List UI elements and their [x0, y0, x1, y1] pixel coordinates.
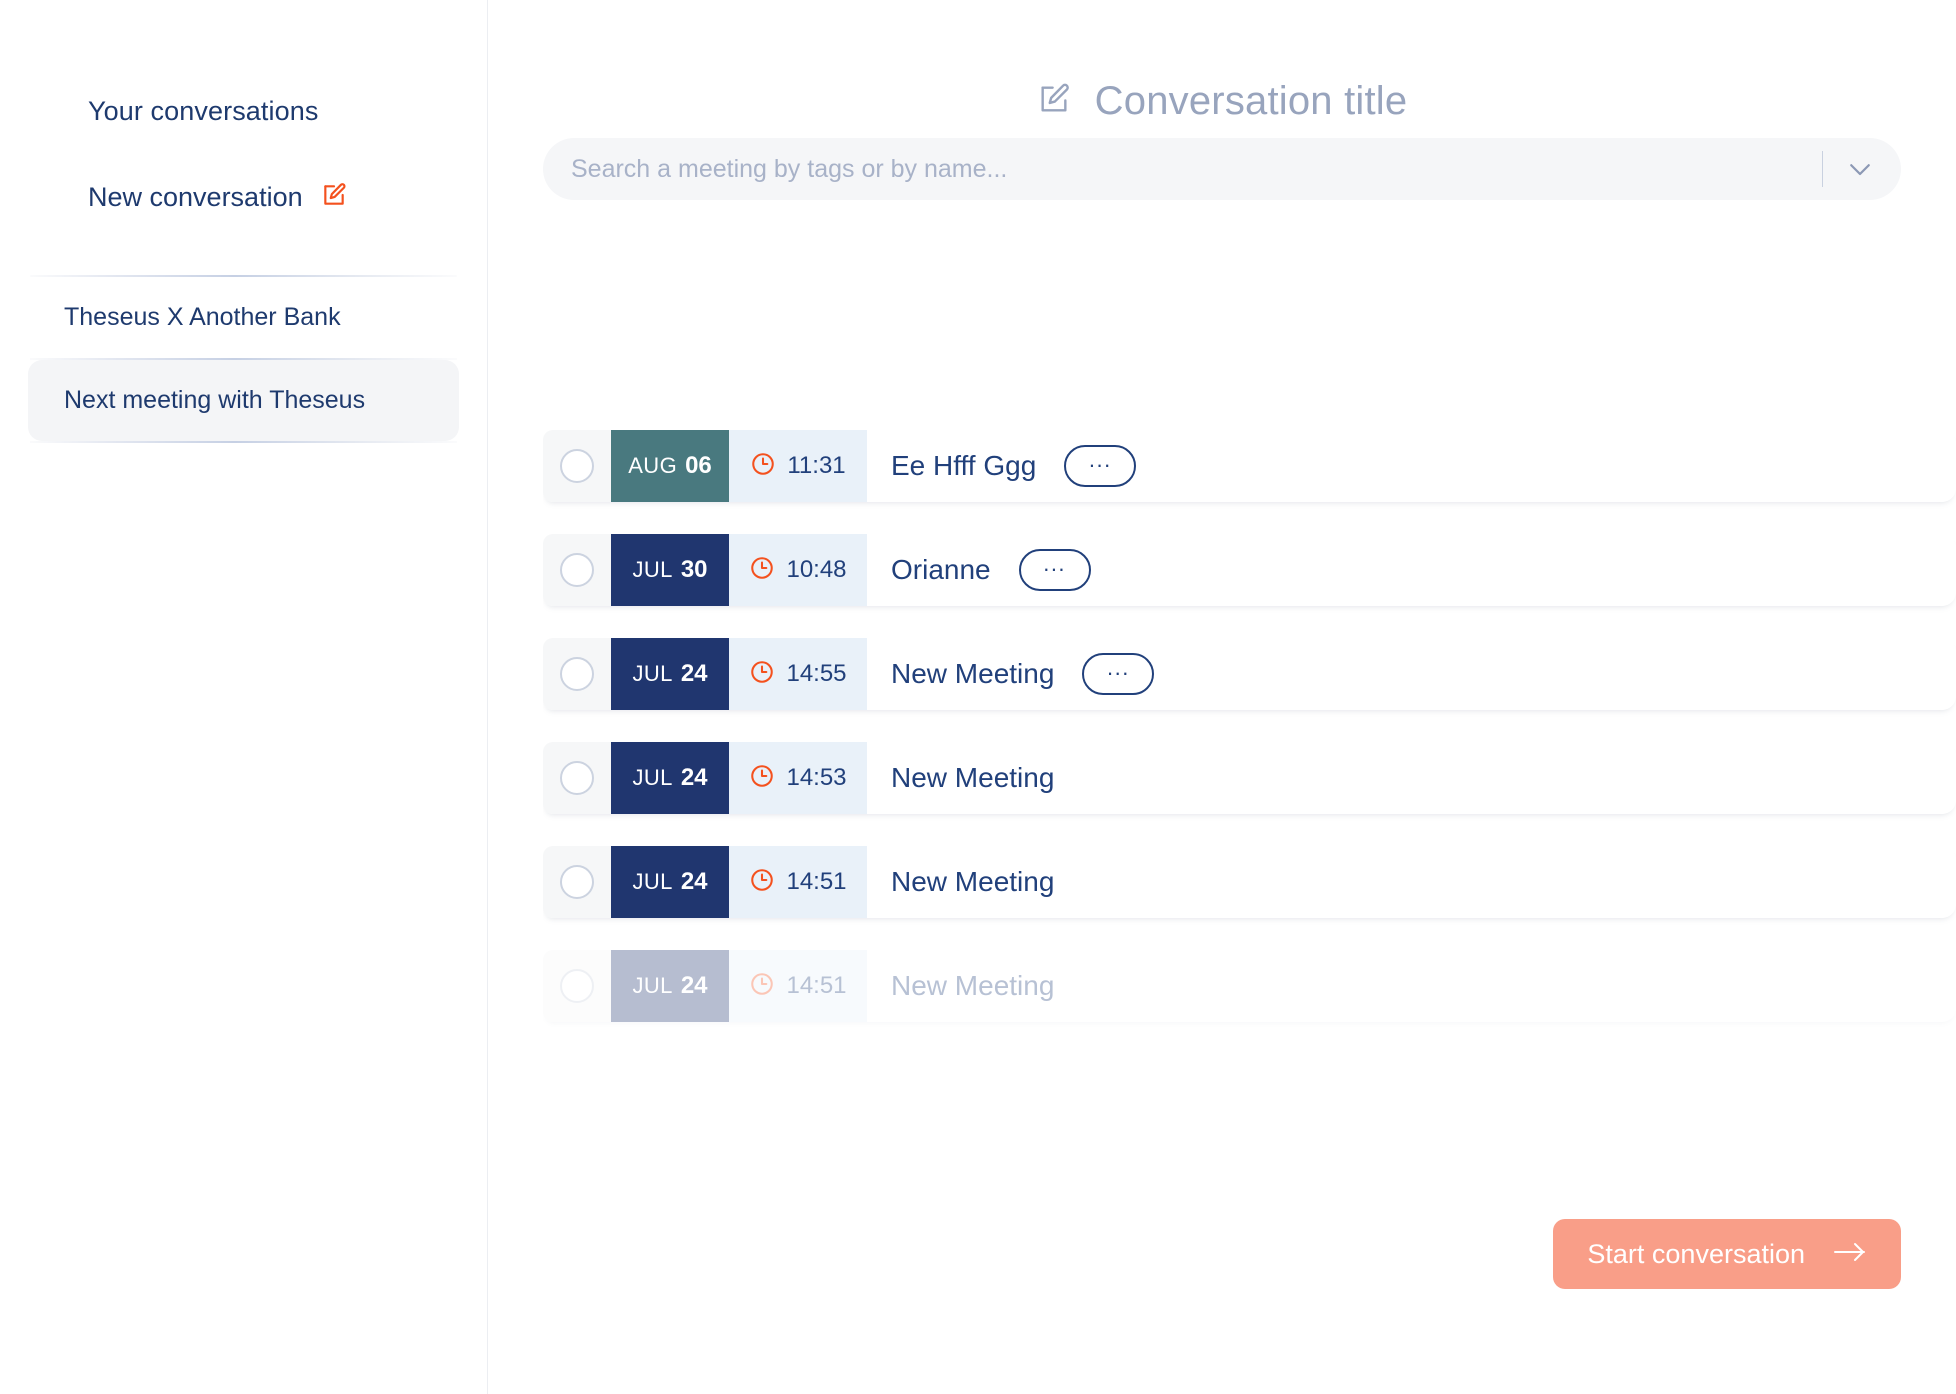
meeting-date-badge: JUL 24: [611, 846, 729, 918]
meeting-row-select-cell: [543, 950, 611, 1022]
meeting-day: 30: [680, 556, 708, 583]
edit-pencil-icon[interactable]: [321, 182, 347, 213]
meeting-name: Orianne: [891, 554, 991, 585]
meeting-time: 14:53: [786, 764, 847, 791]
search-input[interactable]: [571, 154, 1822, 184]
meeting-checkbox[interactable]: [560, 657, 594, 691]
meeting-time: 11:31: [787, 452, 846, 479]
meeting-more-button[interactable]: ...: [1064, 445, 1137, 487]
clock-icon: [750, 451, 776, 482]
meeting-time-cell: 14:55: [729, 638, 867, 710]
meeting-time: 14:55: [786, 660, 847, 687]
chevron-down-icon[interactable]: [1845, 154, 1875, 184]
meeting-day: 24: [680, 868, 708, 895]
meeting-name: Ee Hfff Ggg: [891, 450, 1037, 481]
sidebar-item-theseus-x-another-bank[interactable]: Theseus X Another Bank: [28, 277, 459, 358]
meeting-row[interactable]: JUL 24 14:51 New Meeting: [543, 846, 1956, 918]
meeting-checkbox[interactable]: [560, 761, 594, 795]
new-conversation-label: New conversation: [88, 182, 303, 212]
meeting-checkbox[interactable]: [560, 553, 594, 587]
search-bar[interactable]: [543, 138, 1901, 200]
new-conversation-button[interactable]: New conversation: [0, 182, 487, 213]
meeting-more-button[interactable]: ...: [1082, 653, 1155, 695]
header-edit-pencil-icon[interactable]: [1037, 82, 1071, 121]
meeting-row[interactable]: AUG 06 11:31 Ee Hfff Ggg...: [543, 430, 1956, 502]
meeting-time-cell: 14:51: [729, 950, 867, 1022]
sidebar-item-next-meeting-with-theseus[interactable]: Next meeting with Theseus: [28, 360, 459, 441]
meeting-date-badge: JUL 30: [611, 534, 729, 606]
meeting-name-cell: New Meeting...: [867, 638, 1956, 710]
meeting-more-button[interactable]: ...: [1018, 549, 1091, 591]
meeting-day: 24: [680, 660, 708, 687]
meeting-name: New Meeting: [891, 762, 1055, 793]
meeting-checkbox[interactable]: [560, 969, 594, 1003]
meeting-day: 24: [680, 764, 708, 791]
meeting-row[interactable]: JUL 24 14:51 New Meeting: [543, 950, 1956, 1022]
meeting-row-select-cell: [543, 742, 611, 814]
meeting-time-cell: 10:48: [729, 534, 867, 606]
meeting-more-label: ...: [1106, 655, 1130, 680]
meeting-date-badge: JUL 24: [611, 950, 729, 1022]
arrow-right-icon: [1833, 1239, 1867, 1270]
clock-icon: [749, 555, 775, 586]
meeting-row-select-cell: [543, 638, 611, 710]
meeting-list[interactable]: AUG 06 11:31 Ee Hfff Ggg... JUL 30 10:48 Oriann…: [543, 430, 1956, 1194]
start-conversation-button[interactable]: Start conversation: [1553, 1219, 1901, 1289]
meeting-more-label: ...: [1043, 551, 1067, 576]
meeting-row[interactable]: JUL 24 14:53 New Meeting: [543, 742, 1956, 814]
meeting-row-select-cell: [543, 430, 611, 502]
meeting-month: JUL: [632, 661, 673, 686]
meeting-more-label: ...: [1088, 447, 1112, 472]
search-divider: [1821, 151, 1823, 187]
meeting-date-badge: JUL 24: [611, 638, 729, 710]
meeting-month: JUL: [632, 765, 673, 790]
meeting-month: JUL: [632, 557, 673, 582]
meeting-time: 14:51: [786, 972, 847, 999]
sidebar: Your conversations New conversation Thes…: [0, 0, 488, 1394]
meeting-date-badge: JUL 24: [611, 742, 729, 814]
meeting-row[interactable]: JUL 24 14:55 New Meeting...: [543, 638, 1956, 710]
meeting-name: New Meeting: [891, 970, 1055, 1001]
clock-icon: [749, 763, 775, 794]
sidebar-divider-bottom: [30, 441, 457, 443]
meeting-month: AUG: [628, 453, 678, 478]
page-title: Conversation title: [1094, 78, 1408, 123]
meeting-row-select-cell: [543, 534, 611, 606]
list-fade-overlay: [543, 1059, 1956, 1194]
start-conversation-label: Start conversation: [1587, 1238, 1805, 1269]
meeting-time-cell: 11:31: [729, 430, 867, 502]
meeting-month: JUL: [632, 869, 673, 894]
meeting-name-cell: Ee Hfff Ggg...: [867, 430, 1956, 502]
meeting-checkbox[interactable]: [560, 865, 594, 899]
sidebar-title: Your conversations: [88, 96, 319, 126]
meeting-day: 24: [680, 972, 708, 999]
clock-icon: [749, 867, 775, 898]
meeting-time-cell: 14:51: [729, 846, 867, 918]
main-panel: Conversation title AUG 06 11:31 Ee Hfff Ggg…: [488, 0, 1956, 1394]
meeting-time: 10:48: [786, 556, 847, 583]
meeting-row[interactable]: JUL 30 10:48 Orianne...: [543, 534, 1956, 606]
clock-icon: [749, 971, 775, 1002]
meeting-time: 14:51: [786, 868, 847, 895]
meeting-time-cell: 14:53: [729, 742, 867, 814]
meeting-name: New Meeting: [891, 658, 1055, 689]
meeting-month: JUL: [632, 973, 673, 998]
page-header: Conversation title: [543, 0, 1901, 130]
meeting-name-cell: New Meeting: [867, 950, 1956, 1022]
meeting-row-select-cell: [543, 846, 611, 918]
meeting-name: New Meeting: [891, 866, 1055, 897]
meeting-name-cell: Orianne...: [867, 534, 1956, 606]
meeting-date-badge: AUG 06: [611, 430, 729, 502]
meeting-name-cell: New Meeting: [867, 846, 1956, 918]
app-root: Your conversations New conversation Thes…: [0, 0, 1956, 1394]
meeting-day: 06: [685, 452, 712, 479]
meeting-name-cell: New Meeting: [867, 742, 1956, 814]
meeting-checkbox[interactable]: [560, 449, 594, 483]
clock-icon: [749, 659, 775, 690]
